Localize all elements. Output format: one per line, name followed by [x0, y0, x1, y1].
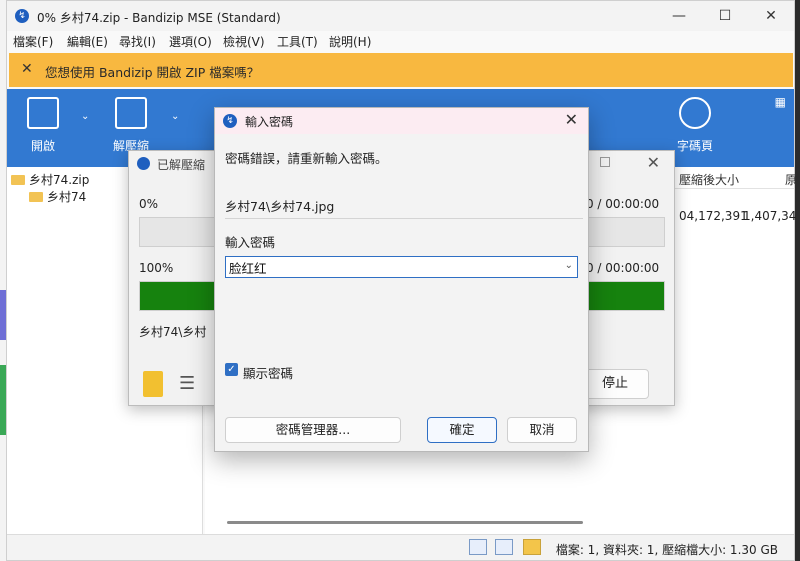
menu-bar: 檔案(F) 編輯(E) 尋找(I) 選項(O) 檢視(V) 工具(T) 說明(H… [7, 31, 794, 51]
compressed-size-cell: 04,172,391 [679, 209, 748, 223]
progress-bottom-percent: 100% [139, 261, 174, 275]
extract-dropdown-icon[interactable]: ⌄ [171, 111, 179, 122]
hamburger-menu-icon[interactable]: ☰ [179, 373, 195, 394]
title-bar: ↯ 0% 乡村74.zip - Bandizip MSE (Standard) … [7, 1, 794, 31]
close-window-button[interactable]: ✕ [748, 1, 794, 31]
banner-text[interactable]: 您想使用 Bandizip 開啟 ZIP 檔案嗎？ [45, 62, 259, 81]
open-icon [27, 97, 59, 129]
horizontal-scrollbar[interactable] [227, 521, 583, 524]
password-field[interactable]: ⌄ [225, 256, 578, 278]
password-dialog-titlebar: ↯ 輸入密碼 ✕ [215, 108, 588, 134]
bandizip-icon: ↯ [15, 9, 29, 23]
layout-grid-icon[interactable]: ▦ [775, 95, 786, 109]
menu-edit[interactable]: 編輯(E) [67, 33, 108, 50]
archive-folder-icon[interactable] [143, 371, 163, 397]
password-close-icon[interactable]: ✕ [565, 110, 578, 129]
menu-find[interactable]: 尋找(I) [119, 33, 156, 50]
extract-button[interactable]: 解壓縮 [101, 97, 161, 154]
password-dialog-title: 輸入密碼 [245, 115, 294, 129]
window-title: 0% 乡村74.zip - Bandizip MSE (Standard) [37, 11, 281, 25]
bandizip-icon: ↯ [223, 114, 237, 128]
column-original-size[interactable]: 原 [785, 171, 797, 188]
menu-view[interactable]: 檢視(V) [223, 33, 265, 50]
encrypted-file-path: 乡村74\乡村74.jpg [225, 199, 335, 214]
column-compressed-size[interactable]: 壓縮後大小 [679, 171, 739, 188]
cancel-button[interactable]: 取消 [507, 417, 577, 443]
tree-item-archive[interactable]: 乡村74.zip [11, 171, 89, 188]
extract-close-icon[interactable]: ✕ [647, 153, 660, 172]
folder-icon [11, 175, 25, 185]
open-button[interactable]: 開啟 [13, 97, 73, 154]
password-input[interactable] [226, 257, 556, 277]
ok-button[interactable]: 確定 [427, 417, 497, 443]
password-dialog: ↯ 輸入密碼 ✕ 密碼錯誤，請重新輸入密碼。 乡村74\乡村74.jpg 輸入密… [214, 107, 589, 452]
show-password-checkbox[interactable]: ✓ [225, 363, 238, 376]
show-password-label[interactable]: 顯示密碼 [243, 363, 293, 382]
extract-dialog-title: 已解壓縮 [157, 158, 206, 172]
chevron-down-icon[interactable]: ⌄ [565, 260, 573, 271]
folder-icon [29, 192, 43, 202]
open-label: 開啟 [30, 139, 55, 153]
thumbnail-view-icon[interactable] [495, 539, 513, 555]
stop-button[interactable]: 停止 [581, 369, 649, 399]
status-bar: 檔案: 1, 資料夾: 1, 壓縮檔大小: 1.30 GB [7, 534, 794, 560]
details-view-icon[interactable] [469, 539, 487, 555]
open-dropdown-icon[interactable]: ⌄ [81, 111, 89, 122]
menu-tools[interactable]: 工具(T) [277, 33, 318, 50]
association-banner: ✕ 您想使用 Bandizip 開啟 ZIP 檔案嗎？ [9, 53, 793, 87]
progress-top-percent: 0% [139, 197, 159, 211]
maximize-button[interactable]: ☐ [702, 1, 748, 31]
status-text: 檔案: 1, 資料夾: 1, 壓縮檔大小: 1.30 GB [555, 543, 778, 557]
password-error-message: 密碼錯誤，請重新輸入密碼。 [225, 151, 388, 166]
minimize-button[interactable]: — [656, 1, 702, 31]
globe-icon [679, 97, 711, 129]
current-file-path: 乡村74\乡村 [139, 325, 207, 339]
divider [225, 218, 583, 219]
archive-icon [523, 539, 541, 555]
banner-close-icon[interactable]: ✕ [21, 61, 33, 77]
password-label: 輸入密碼 [225, 235, 276, 250]
minimize-icon[interactable] [600, 157, 610, 167]
password-manager-button[interactable]: 密碼管理器... [225, 417, 401, 443]
original-size-cell: 1,407,34 [743, 209, 797, 223]
bandizip-icon [137, 157, 150, 170]
extract-icon [115, 97, 147, 129]
menu-help[interactable]: 說明(H) [329, 33, 371, 50]
menu-options[interactable]: 選項(O) [169, 33, 212, 50]
menu-file[interactable]: 檔案(F) [13, 33, 53, 50]
tree-item-folder[interactable]: 乡村74 [29, 188, 86, 205]
codepage-button[interactable]: 字碼頁 [665, 97, 725, 154]
